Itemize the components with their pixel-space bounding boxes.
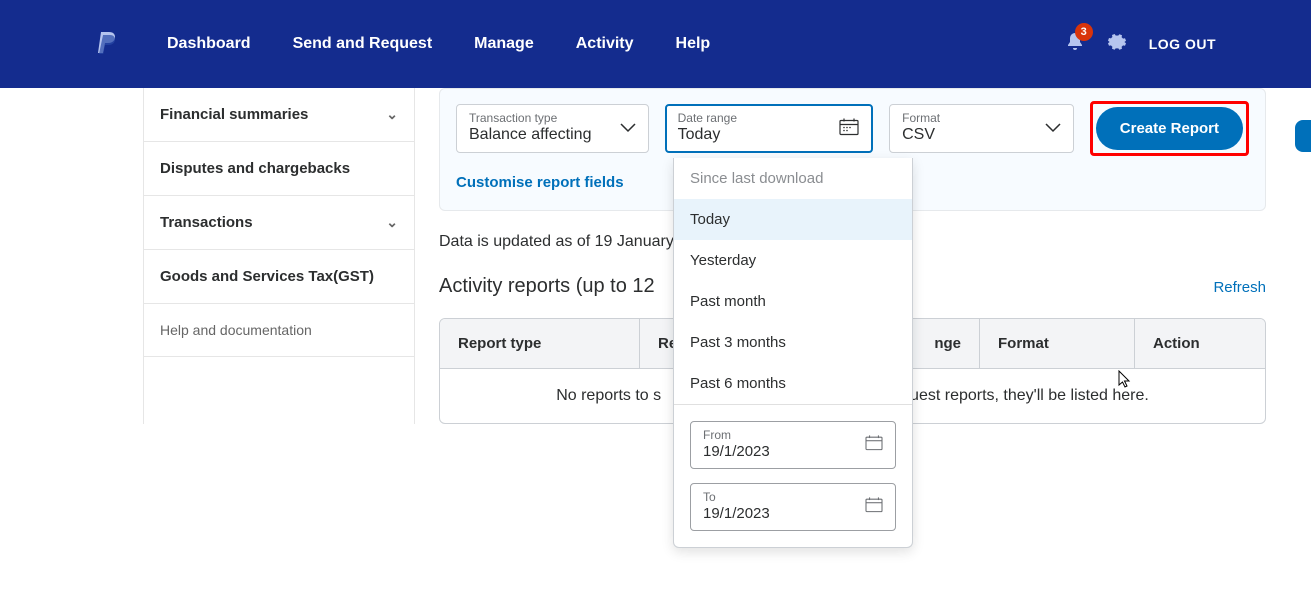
chevron-down-icon bbox=[620, 120, 636, 138]
dd-today[interactable]: Today bbox=[674, 199, 912, 240]
select-value: Balance affecting bbox=[469, 126, 636, 144]
logout-button[interactable]: LOG OUT bbox=[1149, 36, 1216, 52]
notification-badge: 3 bbox=[1075, 23, 1093, 41]
highlight-box: Create Report bbox=[1090, 101, 1249, 156]
sidebar: Financial summaries ⌄ Disputes and charg… bbox=[143, 88, 415, 424]
sidebar-item-help[interactable]: Help and documentation bbox=[144, 304, 414, 357]
calendar-icon bbox=[865, 435, 883, 456]
dd-yesterday[interactable]: Yesterday bbox=[674, 240, 912, 281]
from-date-input[interactable]: From 19/1/2023 bbox=[690, 421, 896, 469]
sidebar-item-label: Help and documentation bbox=[160, 322, 312, 338]
select-label: Format bbox=[902, 111, 1061, 125]
refresh-link[interactable]: Refresh bbox=[1213, 279, 1266, 296]
sidebar-item-label: Disputes and chargebacks bbox=[160, 160, 350, 177]
dd-past-month[interactable]: Past month bbox=[674, 281, 912, 322]
paypal-logo-icon[interactable] bbox=[95, 30, 119, 58]
dd-past-6-months[interactable]: Past 6 months bbox=[674, 363, 912, 404]
to-value: 19/1/2023 bbox=[703, 505, 883, 522]
sidebar-item-label: Goods and Services Tax(GST) bbox=[160, 268, 374, 285]
nav-activity[interactable]: Activity bbox=[576, 35, 634, 53]
nav-dashboard[interactable]: Dashboard bbox=[167, 35, 251, 53]
chevron-down-icon bbox=[1045, 120, 1061, 138]
sidebar-item-gst[interactable]: Goods and Services Tax(GST) bbox=[144, 250, 414, 304]
chevron-down-icon: ⌄ bbox=[386, 106, 398, 123]
col-action: Action bbox=[1135, 319, 1265, 368]
from-label: From bbox=[703, 428, 883, 442]
date-range-select[interactable]: Date range Today bbox=[665, 104, 873, 153]
date-range-dropdown: Since last download Today Yesterday Past… bbox=[673, 158, 913, 548]
format-select[interactable]: Format CSV bbox=[889, 104, 1074, 153]
sidebar-item-label: Financial summaries bbox=[160, 106, 308, 123]
col-report-type: Report type bbox=[440, 319, 640, 368]
gear-icon bbox=[1107, 32, 1127, 52]
sidebar-item-transactions[interactable]: Transactions ⌄ bbox=[144, 196, 414, 250]
customise-fields-link[interactable]: Customise report fields bbox=[456, 174, 624, 191]
create-report-button[interactable]: Create Report bbox=[1096, 107, 1243, 150]
select-label: Date range bbox=[678, 111, 860, 125]
notifications-button[interactable]: 3 bbox=[1065, 31, 1085, 58]
transaction-type-select[interactable]: Transaction type Balance affecting bbox=[456, 104, 649, 153]
custom-date-range: From 19/1/2023 To 19/1/2023 bbox=[674, 404, 912, 547]
to-label: To bbox=[703, 490, 883, 504]
side-widget-icon[interactable] bbox=[1295, 120, 1311, 152]
dd-past-3-months[interactable]: Past 3 months bbox=[674, 322, 912, 363]
cursor-icon bbox=[1118, 370, 1132, 395]
chevron-down-icon: ⌄ bbox=[386, 214, 398, 231]
select-label: Transaction type bbox=[469, 111, 636, 125]
to-date-input[interactable]: To 19/1/2023 bbox=[690, 483, 896, 531]
settings-button[interactable] bbox=[1107, 32, 1127, 57]
dd-since-last-download: Since last download bbox=[674, 158, 912, 199]
reports-title: Activity reports (up to 12 bbox=[439, 275, 655, 298]
sidebar-item-disputes[interactable]: Disputes and chargebacks bbox=[144, 142, 414, 196]
nav-help[interactable]: Help bbox=[676, 35, 711, 53]
nav-right: 3 LOG OUT bbox=[1065, 31, 1216, 58]
from-value: 19/1/2023 bbox=[703, 443, 883, 460]
nav-send-request[interactable]: Send and Request bbox=[293, 35, 433, 53]
sidebar-item-label: Transactions bbox=[160, 214, 253, 231]
select-value: CSV bbox=[902, 126, 1061, 144]
sidebar-item-financial-summaries[interactable]: Financial summaries ⌄ bbox=[144, 88, 414, 142]
top-nav: Dashboard Send and Request Manage Activi… bbox=[0, 0, 1311, 88]
calendar-icon bbox=[865, 497, 883, 518]
content: Financial summaries ⌄ Disputes and charg… bbox=[0, 88, 1311, 424]
calendar-icon bbox=[839, 117, 859, 140]
nav-links: Dashboard Send and Request Manage Activi… bbox=[167, 35, 710, 53]
nav-manage[interactable]: Manage bbox=[474, 35, 534, 53]
select-value: Today bbox=[678, 126, 860, 144]
col-format: Format bbox=[980, 319, 1135, 368]
